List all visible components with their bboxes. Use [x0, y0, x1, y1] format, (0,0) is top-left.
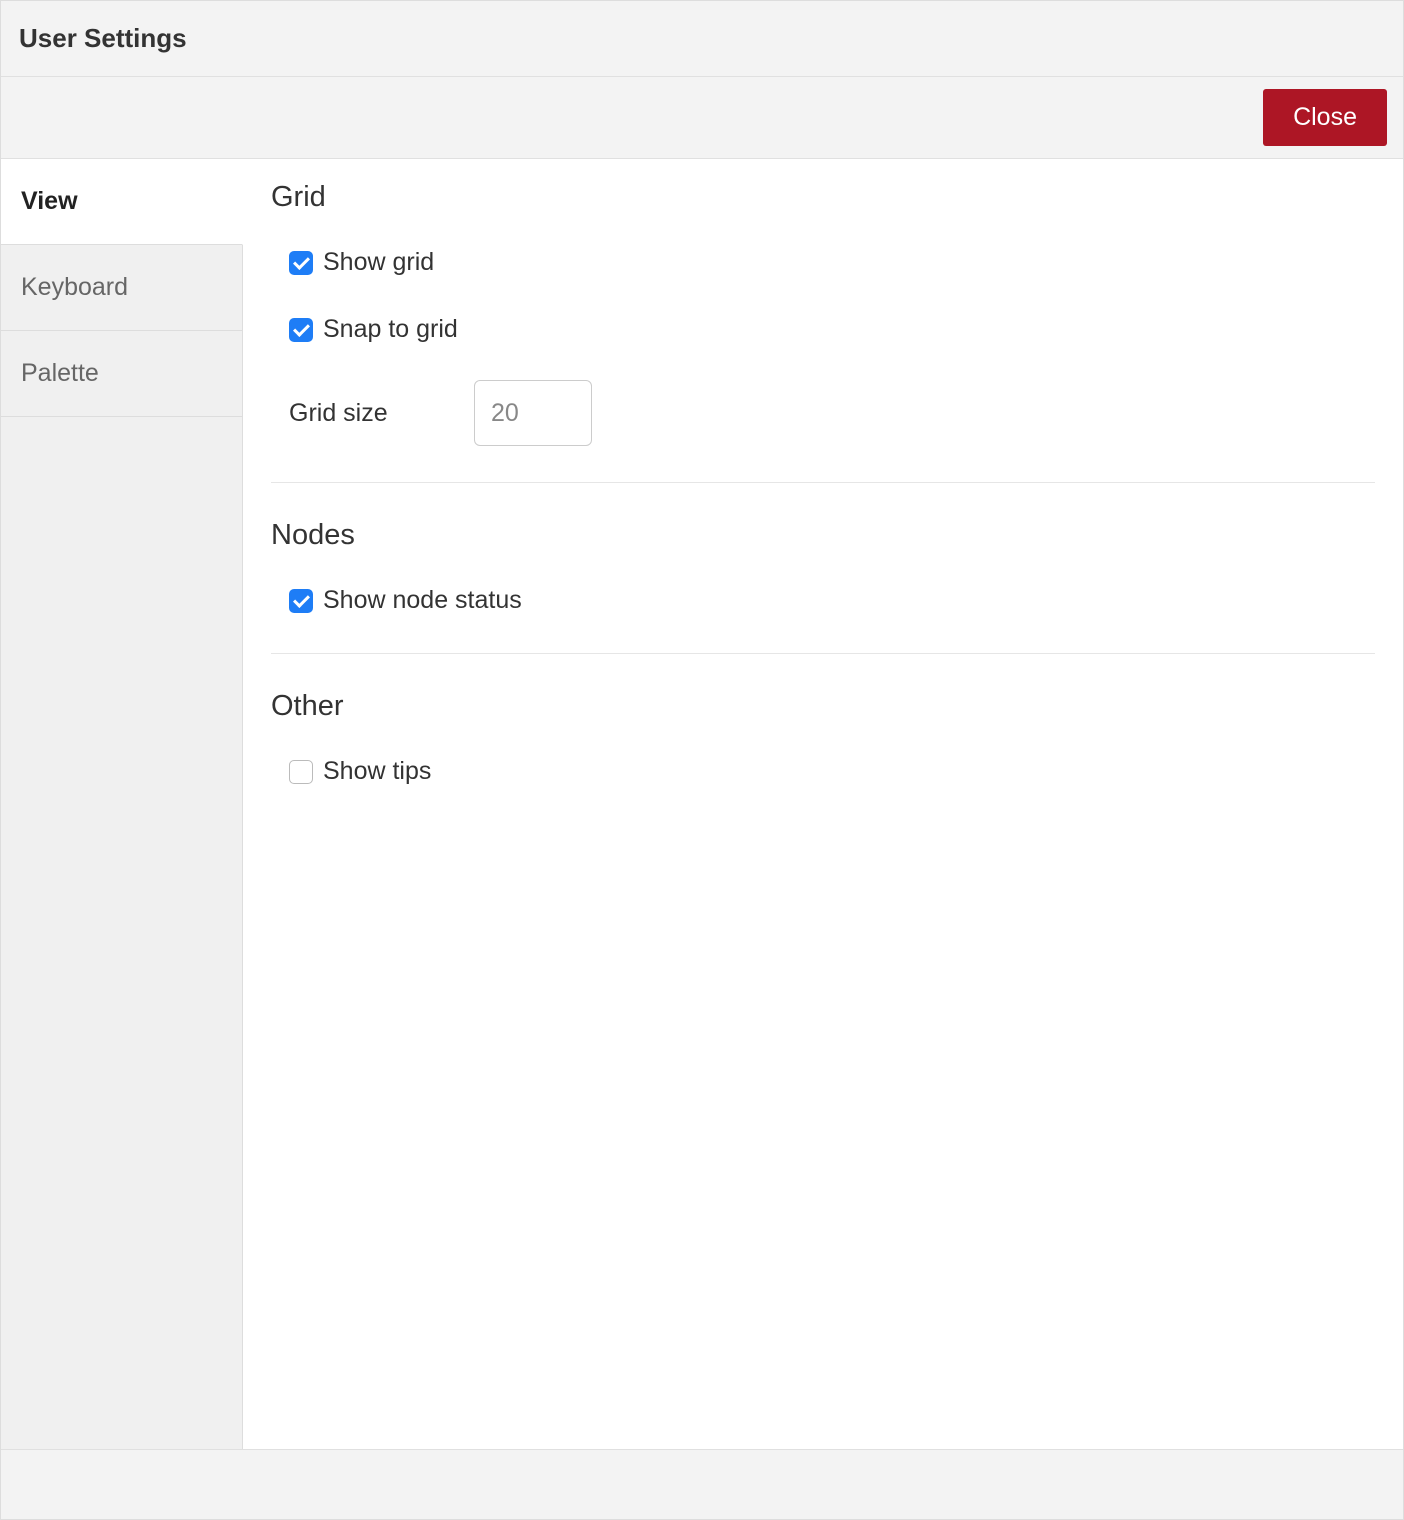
- dialog-toolbar: Close: [1, 77, 1403, 159]
- show-node-status-checkbox[interactable]: [289, 589, 313, 613]
- divider: [271, 482, 1375, 483]
- dialog-title: User Settings: [19, 23, 1385, 54]
- section-title-grid: Grid: [271, 181, 1375, 214]
- tab-content-view: Grid Show grid Snap to grid Grid size No…: [243, 159, 1403, 1449]
- setting-show-grid: Show grid: [271, 238, 1375, 287]
- tab-palette[interactable]: Palette: [1, 331, 242, 417]
- settings-tabs: View Keyboard Palette: [1, 159, 243, 1449]
- show-grid-label[interactable]: Show grid: [323, 248, 434, 277]
- show-grid-checkbox[interactable]: [289, 251, 313, 275]
- snap-to-grid-label[interactable]: Snap to grid: [323, 315, 458, 344]
- dialog-header: User Settings: [1, 1, 1403, 77]
- show-tips-label[interactable]: Show tips: [323, 757, 431, 786]
- setting-grid-size: Grid size: [271, 372, 1375, 454]
- dialog-body: View Keyboard Palette Grid Show grid Sna…: [1, 159, 1403, 1449]
- tab-keyboard[interactable]: Keyboard: [1, 245, 242, 331]
- close-button[interactable]: Close: [1263, 89, 1387, 146]
- section-title-other: Other: [271, 690, 1375, 723]
- show-tips-checkbox[interactable]: [289, 760, 313, 784]
- dialog-footer: [1, 1449, 1403, 1519]
- section-title-nodes: Nodes: [271, 519, 1375, 552]
- tab-view[interactable]: View: [1, 159, 243, 245]
- divider: [271, 653, 1375, 654]
- setting-show-node-status: Show node status: [271, 576, 1375, 625]
- user-settings-dialog: User Settings Close View Keyboard Palett…: [0, 0, 1404, 1520]
- grid-size-input[interactable]: [474, 380, 592, 446]
- snap-to-grid-checkbox[interactable]: [289, 318, 313, 342]
- setting-snap-to-grid: Snap to grid: [271, 305, 1375, 354]
- show-node-status-label[interactable]: Show node status: [323, 586, 522, 615]
- grid-size-label: Grid size: [289, 399, 474, 428]
- setting-show-tips: Show tips: [271, 747, 1375, 796]
